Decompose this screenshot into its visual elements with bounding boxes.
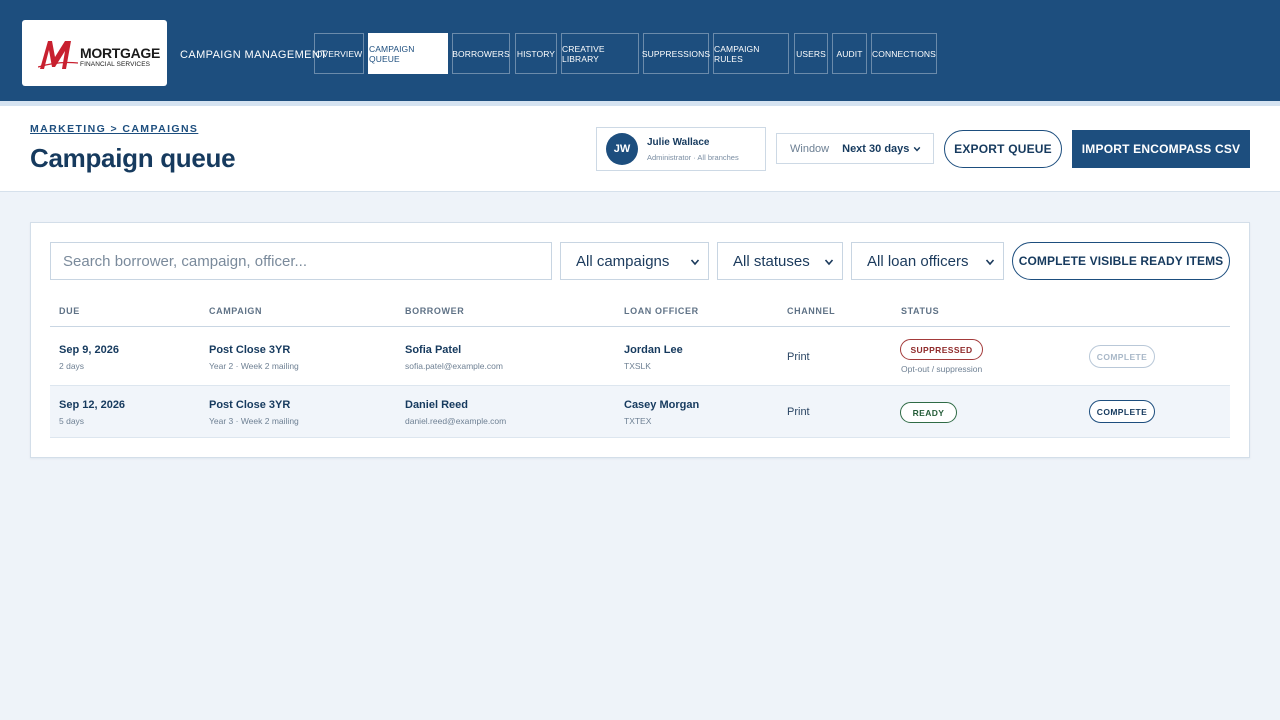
campaign-step: Year 3 · Week 2 mailing bbox=[209, 416, 299, 426]
due-relative: 5 days bbox=[59, 416, 85, 426]
loan-officer-code: TXTEX bbox=[624, 416, 652, 426]
campaign-name: Post Close 3YR bbox=[209, 344, 291, 356]
window-select[interactable]: Window Next 30 days bbox=[776, 133, 934, 164]
tab-borrowers[interactable]: BORROWERS bbox=[452, 33, 510, 74]
campaign-name: Post Close 3YR bbox=[209, 399, 291, 411]
breadcrumb[interactable]: MARKETING > CAMPAIGNS bbox=[30, 123, 198, 135]
complete-button[interactable]: COMPLETE bbox=[1089, 400, 1155, 423]
chevron-down-icon bbox=[985, 259, 995, 266]
table-row[interactable]: Sep 9, 2026 2 days Post Close 3YR Year 2… bbox=[50, 327, 1230, 386]
due-date: Sep 9, 2026 bbox=[59, 344, 119, 356]
column-header-campaign[interactable]: CAMPAIGN bbox=[209, 306, 262, 316]
import-encompass-csv-button[interactable]: IMPORT ENCOMPASS CSV bbox=[1072, 130, 1250, 168]
loan-officer-filter-value: All loan officers bbox=[867, 252, 969, 270]
logo-m-mark-icon bbox=[38, 41, 78, 69]
table-row[interactable]: Sep 12, 2026 5 days Post Close 3YR Year … bbox=[50, 386, 1230, 438]
channel: Print bbox=[787, 406, 810, 418]
column-header-channel[interactable]: CHANNEL bbox=[787, 306, 835, 316]
user-name: Julie Wallace bbox=[647, 137, 710, 148]
chevron-down-icon bbox=[690, 259, 700, 266]
tab-campaign-rules[interactable]: CAMPAIGN RULES bbox=[713, 33, 789, 74]
tab-history[interactable]: HISTORY bbox=[515, 33, 557, 74]
status-filter-select[interactable]: All statuses bbox=[717, 242, 843, 280]
status-badge: READY bbox=[900, 402, 957, 423]
chevron-down-icon bbox=[824, 259, 834, 266]
window-label: Window bbox=[790, 142, 830, 155]
user-card[interactable]: JW Julie Wallace Administrator · All bra… bbox=[596, 127, 766, 171]
tab-users[interactable]: USERS bbox=[794, 33, 828, 74]
due-relative: 2 days bbox=[59, 361, 85, 371]
status-filter-value: All statuses bbox=[733, 252, 810, 270]
channel: Print bbox=[787, 351, 810, 363]
column-header-due[interactable]: DUE bbox=[59, 306, 80, 316]
tab-connections[interactable]: CONNECTIONS bbox=[871, 33, 937, 74]
loan-officer-name: Jordan Lee bbox=[624, 344, 683, 356]
tab-overview[interactable]: OVERVIEW bbox=[314, 33, 364, 74]
borrower-email: daniel.reed@example.com bbox=[405, 416, 507, 426]
borrower-name: Sofia Patel bbox=[405, 344, 462, 356]
column-header-loan-officer[interactable]: LOAN OFFICER bbox=[624, 306, 699, 316]
tab-creative-library[interactable]: CREATIVE LIBRARY bbox=[561, 33, 639, 74]
borrower-name: Daniel Reed bbox=[405, 399, 468, 411]
avatar: JW bbox=[606, 133, 638, 165]
complete-button[interactable]: COMPLETE bbox=[1089, 345, 1155, 368]
tab-audit[interactable]: AUDIT bbox=[832, 33, 867, 74]
status-badge: SUPPRESSED bbox=[900, 339, 983, 360]
loan-officer-code: TXSLK bbox=[624, 361, 651, 371]
campaign-filter-select[interactable]: All campaigns bbox=[560, 242, 709, 280]
search-input[interactable]: Search borrower, campaign, officer... bbox=[50, 242, 552, 280]
page-title: Campaign queue bbox=[30, 143, 236, 173]
loan-officer-name: Casey Morgan bbox=[624, 399, 700, 411]
chevron-down-icon bbox=[914, 146, 921, 152]
due-date: Sep 12, 2026 bbox=[59, 399, 126, 411]
company-logo[interactable]: MORTGAGE FINANCIAL SERVICES bbox=[22, 20, 167, 86]
logo-subtitle: FINANCIAL SERVICES bbox=[80, 61, 151, 68]
export-queue-button[interactable]: EXPORT QUEUE bbox=[944, 130, 1062, 168]
status-note: Opt-out / suppression bbox=[901, 364, 983, 374]
campaign-step: Year 2 · Week 2 mailing bbox=[209, 361, 299, 371]
borrower-email: sofia.patel@example.com bbox=[405, 361, 503, 371]
tab-campaign-queue[interactable]: CAMPAIGN QUEUE bbox=[368, 33, 448, 74]
tab-suppressions[interactable]: SUPPRESSIONS bbox=[642, 33, 710, 74]
column-header-status[interactable]: STATUS bbox=[901, 306, 939, 316]
loan-officer-filter-select[interactable]: All loan officers bbox=[851, 242, 1004, 280]
logo-word: MORTGAGE bbox=[80, 45, 161, 61]
app-title: CAMPAIGN MANAGEMENT bbox=[180, 49, 328, 61]
column-header-borrower[interactable]: BORROWER bbox=[405, 306, 464, 316]
campaign-filter-value: All campaigns bbox=[576, 252, 670, 270]
user-role: Administrator · All branches bbox=[647, 153, 739, 162]
complete-visible-ready-items-button[interactable]: COMPLETE VISIBLE READY ITEMS bbox=[1012, 242, 1230, 280]
window-value: Next 30 days bbox=[842, 142, 910, 155]
